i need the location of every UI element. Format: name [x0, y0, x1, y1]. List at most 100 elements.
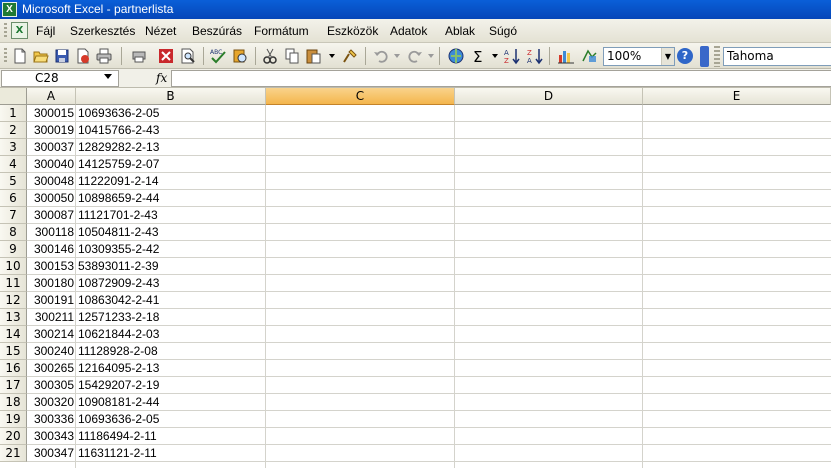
print-preview-icon[interactable]: [130, 47, 148, 65]
spelling-icon[interactable]: ABC: [209, 47, 227, 65]
cell-a[interactable]: 300305: [28, 377, 75, 394]
undo-dropdown-icon[interactable]: [394, 54, 400, 58]
menu-grip-icon[interactable]: [4, 23, 7, 39]
column-header-d[interactable]: D: [455, 88, 643, 105]
cell-a[interactable]: 300211: [28, 309, 75, 326]
menu-edit[interactable]: Szerkesztés: [70, 24, 135, 38]
toolbar-grip-icon[interactable]: [714, 46, 720, 67]
cell-a[interactable]: 300118: [28, 224, 75, 241]
cell-a[interactable]: 300087: [28, 207, 75, 224]
row-header[interactable]: 17: [0, 377, 27, 394]
cell-a[interactable]: 300153: [28, 258, 75, 275]
cell-b[interactable]: 53893011-2-39: [78, 258, 264, 275]
column-header-e[interactable]: E: [643, 88, 831, 105]
row-header[interactable]: 11: [0, 275, 27, 292]
cell-b[interactable]: 10908181-2-44: [78, 394, 264, 411]
cell-a[interactable]: 300019: [28, 122, 75, 139]
worksheet-grid[interactable]: A B C D E 1 300015 10693636-2-05 2 300019 104…: [0, 88, 831, 468]
print-icon[interactable]: [95, 47, 113, 65]
row-header[interactable]: 21: [0, 445, 27, 462]
undo-icon[interactable]: [372, 47, 390, 65]
cell-b[interactable]: 10693636-2-05: [78, 411, 264, 428]
cell-b[interactable]: 11128928-2-08: [78, 343, 264, 360]
cell-a[interactable]: 300336: [28, 411, 75, 428]
row-header[interactable]: 15: [0, 343, 27, 360]
cell-a[interactable]: 300146: [28, 241, 75, 258]
row-header[interactable]: 7: [0, 207, 27, 224]
cell-a[interactable]: 300240: [28, 343, 75, 360]
cell-a[interactable]: 300048: [28, 173, 75, 190]
column-header-a[interactable]: A: [27, 88, 76, 105]
cell-b[interactable]: 12571233-2-18: [78, 309, 264, 326]
row-header[interactable]: 5: [0, 173, 27, 190]
menu-insert[interactable]: Beszúrás: [192, 24, 242, 38]
cut-icon[interactable]: [261, 47, 279, 65]
menu-view[interactable]: Nézet: [145, 24, 176, 38]
new-icon[interactable]: [11, 47, 29, 65]
insert-function-icon[interactable]: fx: [156, 71, 167, 85]
row-header[interactable]: 18: [0, 394, 27, 411]
cell-b[interactable]: 11631121-2-11: [78, 445, 264, 462]
open-icon[interactable]: [32, 47, 50, 65]
sort-ascending-icon[interactable]: AZ: [503, 47, 521, 65]
row-header[interactable]: 6: [0, 190, 27, 207]
row-header[interactable]: 13: [0, 309, 27, 326]
cell-b[interactable]: 10621844-2-03: [78, 326, 264, 343]
redo-icon[interactable]: [406, 47, 424, 65]
row-header[interactable]: 8: [0, 224, 27, 241]
autosum-dropdown-icon[interactable]: [492, 54, 498, 58]
row-header[interactable]: 12: [0, 292, 27, 309]
formula-input[interactable]: [171, 70, 831, 87]
row-header[interactable]: 4: [0, 156, 27, 173]
cell-b[interactable]: 11121701-2-43: [78, 207, 264, 224]
cell-a[interactable]: 300015: [28, 105, 75, 122]
cell-b[interactable]: 14125759-2-07: [78, 156, 264, 173]
chevron-down-icon[interactable]: [104, 74, 112, 79]
menu-tools[interactable]: Eszközök: [327, 24, 378, 38]
cell-a[interactable]: 300180: [28, 275, 75, 292]
row-header[interactable]: 19: [0, 411, 27, 428]
cell-a[interactable]: 300037: [28, 139, 75, 156]
research-icon[interactable]: [157, 47, 175, 65]
chevron-down-icon[interactable]: ▼: [661, 48, 674, 65]
cell-b[interactable]: 10415766-2-43: [78, 122, 264, 139]
drawing-icon[interactable]: [580, 47, 598, 65]
paste-dropdown-icon[interactable]: [329, 54, 335, 58]
save-icon[interactable]: [53, 47, 71, 65]
cell-a[interactable]: 300347: [28, 445, 75, 462]
cell-b[interactable]: 11186494-2-11: [78, 428, 264, 445]
cell-b[interactable]: 15429207-2-19: [78, 377, 264, 394]
column-header-b[interactable]: B: [76, 88, 266, 105]
row-header[interactable]: 16: [0, 360, 27, 377]
redo-dropdown-icon[interactable]: [428, 54, 434, 58]
column-header-c[interactable]: C: [266, 88, 455, 105]
menu-help[interactable]: Súgó: [489, 24, 517, 38]
cell-a[interactable]: 300214: [28, 326, 75, 343]
cell-a[interactable]: 300050: [28, 190, 75, 207]
menu-window[interactable]: Ablak: [445, 24, 475, 38]
cell-b[interactable]: 10863042-2-41: [78, 292, 264, 309]
toolbar-grip-icon[interactable]: [4, 48, 7, 64]
row-header[interactable]: 9: [0, 241, 27, 258]
cell-b[interactable]: 10872909-2-43: [78, 275, 264, 292]
row-header[interactable]: 1: [0, 105, 27, 122]
excel-app-icon[interactable]: X: [2, 2, 17, 17]
name-box[interactable]: C28: [1, 70, 119, 87]
cell-b[interactable]: 10898659-2-44: [78, 190, 264, 207]
menu-file[interactable]: Fájl: [36, 24, 55, 38]
cell-a[interactable]: 300265: [28, 360, 75, 377]
row-header[interactable]: 2: [0, 122, 27, 139]
cell-a[interactable]: 300191: [28, 292, 75, 309]
research-book-icon[interactable]: [231, 47, 249, 65]
select-all-corner[interactable]: [0, 88, 27, 105]
copy-icon[interactable]: [283, 47, 301, 65]
permission-icon[interactable]: [74, 47, 92, 65]
sort-descending-icon[interactable]: ZA: [526, 47, 544, 65]
format-painter-icon[interactable]: [341, 47, 359, 65]
cell-b[interactable]: 10693636-2-05: [78, 105, 264, 122]
autosum-icon[interactable]: Σ: [470, 47, 488, 65]
magnifier-page-icon[interactable]: [179, 47, 197, 65]
font-name-select[interactable]: Tahoma: [723, 47, 831, 66]
chart-wizard-icon[interactable]: [557, 47, 575, 65]
workbook-icon[interactable]: X: [11, 22, 28, 39]
